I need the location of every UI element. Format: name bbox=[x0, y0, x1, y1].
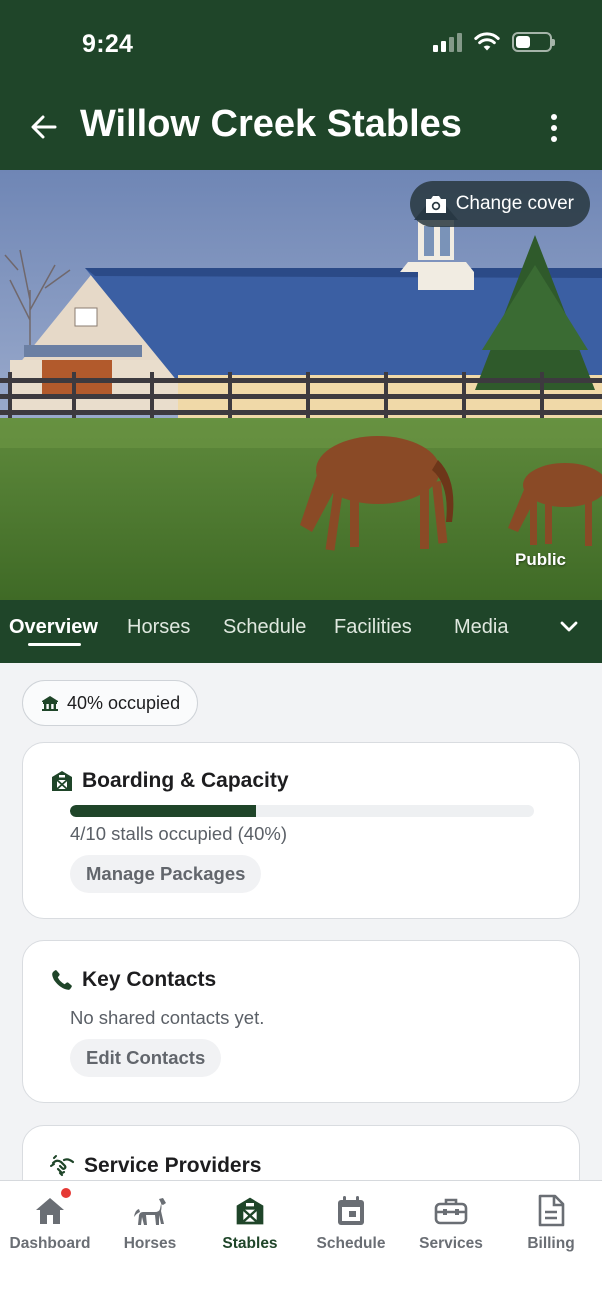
edit-contacts-button[interactable]: Edit Contacts bbox=[70, 1039, 222, 1077]
barn-icon bbox=[52, 771, 72, 791]
app-header: 9:24 Willow Creek Stables bbox=[0, 0, 602, 170]
chevron-down-icon[interactable] bbox=[558, 615, 580, 639]
horse-icon bbox=[132, 1193, 168, 1229]
boarding-card: Boarding & Capacity 4/10 stalls occupied… bbox=[22, 742, 580, 919]
tab-schedule[interactable]: Schedule bbox=[223, 616, 306, 639]
capacity-progress-bar bbox=[70, 805, 534, 817]
stable-photo bbox=[0, 170, 602, 600]
capacity-summary: 4/10 stalls occupied (40%) bbox=[70, 823, 287, 844]
active-tab-indicator bbox=[28, 643, 81, 646]
visibility-label: Public bbox=[514, 550, 566, 569]
more-vertical-icon bbox=[551, 114, 557, 120]
battery-icon bbox=[512, 32, 555, 52]
phone-icon bbox=[52, 970, 72, 990]
change-cover-button[interactable]: Change cover bbox=[409, 181, 590, 227]
nav-dashboard[interactable]: Dashboard bbox=[0, 1181, 100, 1261]
occupancy-pill: 40% occupied bbox=[22, 680, 199, 726]
calendar-icon bbox=[333, 1193, 369, 1229]
nav-services[interactable]: Services bbox=[401, 1181, 501, 1261]
home-icon bbox=[32, 1187, 72, 1229]
bottom-navigation: Dashboard Horses Stables Schedule Servic… bbox=[0, 1180, 602, 1306]
service-providers-card: Service Providers bbox=[22, 1125, 580, 1180]
key-contacts-card: Key Contacts No shared contacts yet. Edi… bbox=[22, 940, 580, 1103]
back-button[interactable] bbox=[28, 108, 60, 146]
nav-stables[interactable]: Stables bbox=[200, 1181, 300, 1261]
nav-billing-label: Billing bbox=[527, 1235, 575, 1252]
document-icon bbox=[533, 1193, 569, 1229]
cover-image: Change cover Public bbox=[0, 170, 602, 600]
signal-icon bbox=[433, 32, 462, 52]
occupancy-label: 40% occupied bbox=[67, 692, 181, 713]
toolbox-icon bbox=[433, 1193, 469, 1229]
service-providers-header: Service Providers bbox=[50, 1154, 261, 1178]
overview-content: 40% occupied Boarding & Capacity 4/10 st… bbox=[0, 663, 602, 1180]
key-contacts-title: Key Contacts bbox=[82, 968, 217, 991]
nav-schedule-label: Schedule bbox=[316, 1235, 386, 1252]
tab-media[interactable]: Media bbox=[454, 616, 508, 639]
tab-facilities[interactable]: Facilities bbox=[334, 616, 412, 639]
more-options-button[interactable] bbox=[542, 108, 566, 148]
change-cover-label: Change cover bbox=[455, 193, 574, 214]
tab-bar: Overview Horses Schedule Facilities Medi… bbox=[0, 600, 602, 663]
building-icon bbox=[42, 696, 58, 711]
nav-services-label: Services bbox=[419, 1235, 483, 1252]
status-icons bbox=[433, 32, 555, 52]
nav-schedule[interactable]: Schedule bbox=[301, 1181, 401, 1261]
nav-horses-label: Horses bbox=[123, 1235, 177, 1252]
tab-overview[interactable]: Overview bbox=[9, 616, 98, 639]
notification-badge bbox=[60, 1187, 72, 1199]
capacity-progress-fill bbox=[70, 805, 256, 817]
status-time: 9:24 bbox=[82, 30, 134, 58]
arrow-left-icon bbox=[31, 115, 57, 139]
wifi-icon bbox=[474, 32, 500, 51]
camera-icon bbox=[425, 196, 446, 213]
key-contacts-header: Key Contacts bbox=[50, 968, 216, 992]
nav-dashboard-label: Dashboard bbox=[9, 1235, 91, 1252]
nav-horses[interactable]: Horses bbox=[100, 1181, 200, 1261]
service-providers-title: Service Providers bbox=[84, 1154, 262, 1177]
manage-packages-button[interactable]: Manage Packages bbox=[70, 855, 262, 893]
handshake-icon bbox=[50, 1155, 75, 1177]
nav-stables-label: Stables bbox=[222, 1235, 278, 1252]
barn-icon bbox=[232, 1193, 268, 1229]
contacts-empty-text: No shared contacts yet. bbox=[70, 1007, 265, 1028]
boarding-header: Boarding & Capacity bbox=[50, 769, 289, 793]
boarding-title: Boarding & Capacity bbox=[82, 769, 289, 792]
page-title: Willow Creek Stables bbox=[80, 103, 462, 145]
tab-horses[interactable]: Horses bbox=[127, 616, 190, 639]
nav-billing[interactable]: Billing bbox=[501, 1181, 601, 1261]
